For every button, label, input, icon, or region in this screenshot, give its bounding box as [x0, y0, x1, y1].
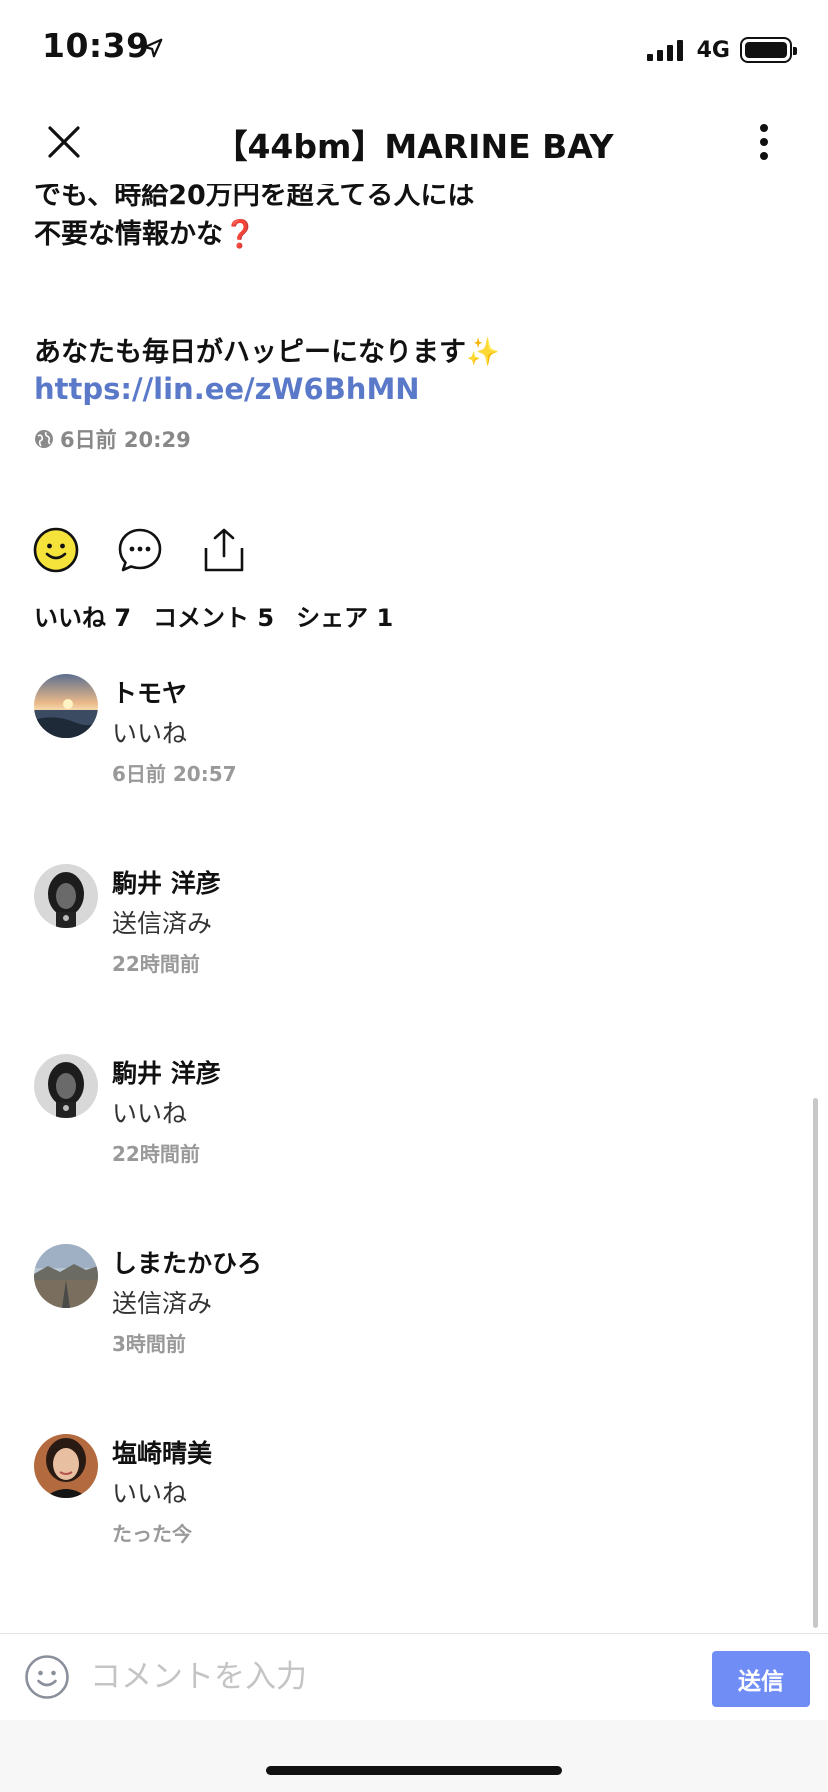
likes-count[interactable]: いいね 7: [34, 598, 131, 633]
comment-bubble-icon[interactable]: [116, 526, 164, 574]
location-arrow-icon: [143, 38, 163, 58]
shares-count[interactable]: シェア 1: [296, 598, 393, 633]
sparkles-icon: ✨: [466, 337, 500, 368]
post-meta: 6日前 20:29: [34, 424, 191, 454]
comment-text: いいね: [112, 1099, 188, 1128]
smiley-icon[interactable]: [24, 1654, 70, 1700]
post-line: あなたも毎日がハッピーになります✨: [34, 337, 500, 368]
globe-icon: [35, 430, 53, 448]
smiley-icon[interactable]: [32, 526, 80, 574]
comment-author[interactable]: 塩崎晴美: [112, 1434, 212, 1470]
share-icon[interactable]: [200, 526, 248, 574]
page-title: 【44bm】MARINE BAY: [214, 127, 614, 166]
bottom-safe-area: [0, 1720, 828, 1792]
network-type: 4G: [696, 37, 730, 63]
comment-author[interactable]: 駒井 洋彦: [112, 864, 221, 900]
avatar[interactable]: [34, 1054, 98, 1118]
comment-item: 駒井 洋彦 送信済み 22時間前: [34, 864, 794, 994]
comment-time: 22時間前: [112, 1142, 200, 1166]
status-bar: 10:39 4G: [0, 0, 828, 100]
post-timestamp: 6日前 20:29: [60, 428, 191, 452]
comments-count[interactable]: コメント 5: [153, 598, 274, 633]
header: 【44bm】MARINE BAY: [0, 100, 828, 184]
comment-text: いいね: [112, 719, 188, 748]
engagement-counts: いいね 7 コメント 5 シェア 1: [34, 598, 393, 633]
comment-author[interactable]: 駒井 洋彦: [112, 1054, 221, 1090]
comment-text: 送信済み: [112, 1289, 213, 1318]
status-time: 10:39: [42, 26, 150, 65]
post-link[interactable]: https://lin.ee/zW6BhMN: [34, 372, 420, 406]
more-options-button[interactable]: [740, 118, 788, 166]
signal-bars-icon: [646, 39, 683, 61]
post-body: でも、時給20万円を超えてる人には 不要な情報かな❓ あなたも毎日がハッピーにな…: [34, 176, 774, 372]
comment-time: 22時間前: [112, 952, 200, 976]
comment-item: 駒井 洋彦 いいね 22時間前: [34, 1054, 794, 1184]
comment-input[interactable]: [90, 1648, 690, 1706]
comment-time: たった今: [112, 1522, 192, 1546]
comment-item: しまたかひろ 送信済み 3時間前: [34, 1244, 794, 1374]
more-vertical-icon: [760, 124, 768, 160]
comment-item: 塩崎晴美 いいね たった今: [34, 1434, 794, 1564]
post-line: 不要な情報かな❓: [34, 219, 257, 250]
comment-author[interactable]: しまたかひろ: [112, 1244, 262, 1280]
comment-item: トモヤ いいね 6日前 20:57: [34, 674, 794, 804]
status-indicators: 4G: [646, 36, 797, 64]
scrollbar[interactable]: [813, 1098, 818, 1628]
avatar[interactable]: [34, 674, 98, 738]
battery-icon: [740, 37, 797, 63]
comment-author[interactable]: トモヤ: [112, 674, 187, 710]
avatar[interactable]: [34, 864, 98, 928]
comment-time: 6日前 20:57: [112, 762, 237, 786]
send-button[interactable]: 送信: [712, 1651, 810, 1707]
avatar[interactable]: [34, 1244, 98, 1308]
comment-input-bar: 送信: [0, 1633, 828, 1719]
home-indicator[interactable]: [266, 1766, 562, 1775]
comment-time: 3時間前: [112, 1332, 186, 1356]
question-mark-icon: ❓: [223, 219, 257, 250]
avatar[interactable]: [34, 1434, 98, 1498]
post-actions: [32, 526, 248, 574]
comment-text: いいね: [112, 1479, 188, 1508]
comment-text: 送信済み: [112, 909, 213, 938]
post-line: [34, 254, 774, 293]
